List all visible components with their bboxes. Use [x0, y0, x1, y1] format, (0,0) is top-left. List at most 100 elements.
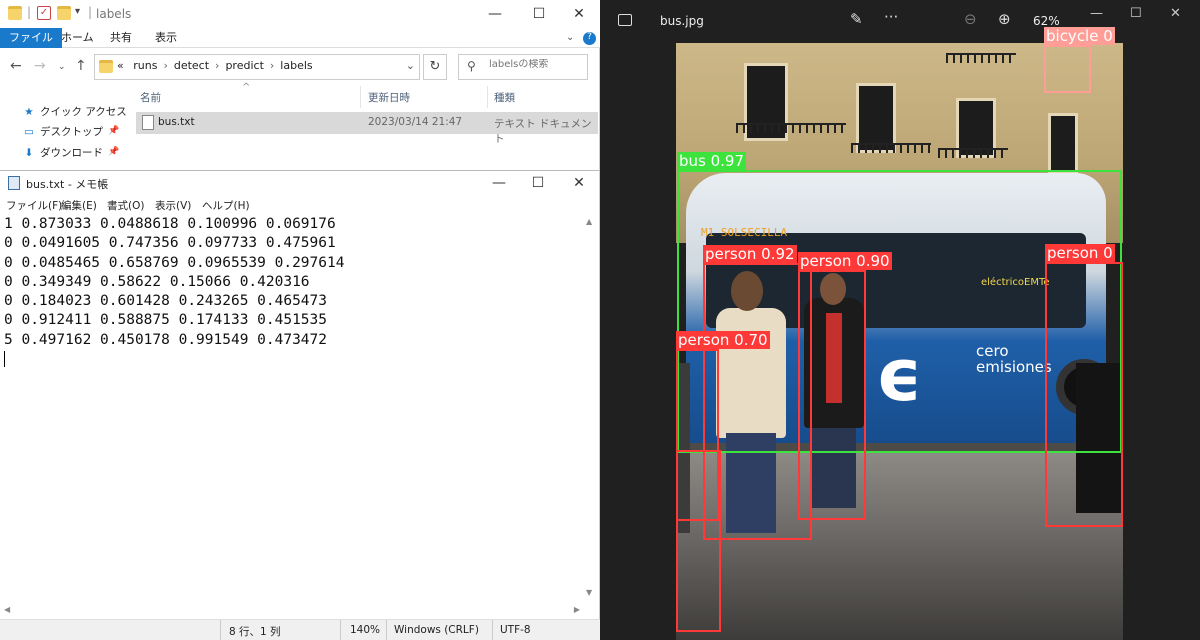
text-line: 0 0.0491605 0.747356 0.097733 0.475961 [4, 235, 336, 252]
minimize-button[interactable]: — [472, 0, 518, 28]
desktop-icon: ▭ [24, 126, 34, 138]
status-divider [492, 620, 493, 640]
nav-item-quick-access[interactable]: ★ クイック アクセス [22, 104, 127, 119]
minimize-button[interactable]: — [1090, 6, 1103, 21]
menu-bar: ファイル(F) 編集(E) 書式(O) 表示(V) ヘルプ(H) [0, 195, 600, 215]
nav-item-downloads[interactable]: ⬇ ダウンロード [22, 145, 103, 160]
detection-person[interactable] [676, 450, 721, 632]
edit-image-icon[interactable]: ✎ [850, 10, 863, 28]
folder-icon [99, 60, 113, 73]
file-modified: 2023/03/14 21:47 [368, 116, 463, 128]
breadcrumb: « runs › detect › predict › labels [117, 59, 313, 72]
customize-toolbar-icon[interactable]: ▾ [75, 6, 80, 17]
chevron-right-icon[interactable]: › [270, 59, 274, 72]
status-divider [386, 620, 387, 640]
maximize-button[interactable]: ☐ [1130, 6, 1142, 21]
search-input[interactable] [489, 59, 583, 70]
maximize-button[interactable]: ☐ [515, 169, 561, 197]
address-bar[interactable]: « runs › detect › predict › labels ⌄ [94, 54, 420, 80]
detection-bicycle[interactable]: bicycle 0 [1044, 27, 1115, 93]
chevron-down-icon[interactable]: ⌄ [406, 59, 415, 72]
menu-format[interactable]: 書式(O) [107, 198, 144, 213]
horizontal-scrollbar[interactable]: ◀ ▶ [0, 603, 584, 617]
cursor-position: 8 行、1 列 [229, 626, 281, 638]
new-folder-icon[interactable] [57, 6, 71, 20]
forward-arrow-icon[interactable]: → [34, 58, 46, 74]
column-type[interactable]: 種類 [494, 90, 515, 105]
scroll-down-icon[interactable]: ▼ [586, 588, 592, 597]
back-arrow-icon[interactable]: ← [10, 58, 22, 74]
properties-icon[interactable]: ✓ [37, 6, 51, 20]
tab-view[interactable]: 表示 [146, 28, 186, 48]
menu-file[interactable]: ファイル(F) [6, 198, 62, 213]
text-editor[interactable]: 1 0.873033 0.0488618 0.100996 0.069176 0 … [4, 215, 584, 615]
pin-icon[interactable]: 📌 [108, 147, 119, 157]
building-window [1048, 113, 1078, 173]
notepad-titlebar: bus.txt - メモ帳 — ☐ ✕ [0, 171, 600, 195]
file-name: bus.txt [158, 116, 195, 128]
menu-help[interactable]: ヘルプ(H) [202, 198, 250, 213]
scroll-up-icon[interactable]: ▲ [586, 217, 592, 226]
text-line: 1 0.873033 0.0488618 0.100996 0.069176 [4, 216, 336, 232]
close-button[interactable]: ✕ [556, 0, 602, 28]
menu-edit[interactable]: 編集(E) [61, 198, 97, 213]
column-headers: 名前 ^ 更新日時 種類 [132, 82, 598, 108]
separator: | [27, 5, 32, 19]
explorer-window: | ✓ ▾ | labels — ☐ ✕ ファイル ホーム 共有 表示 ⌄ ? … [0, 0, 600, 170]
status-divider [340, 620, 341, 640]
recent-locations-icon[interactable]: ⌄ [58, 62, 66, 72]
detection-label: person 0.70 [676, 331, 770, 349]
more-options-icon[interactable]: ··· [884, 8, 898, 26]
breadcrumb-predict[interactable]: predict [225, 59, 263, 72]
close-button[interactable]: ✕ [1170, 6, 1181, 21]
zoom-out-icon[interactable]: ⊖ [964, 10, 977, 28]
file-row[interactable]: bus.txt 2023/03/14 21:47 テキスト ドキュメント [136, 112, 598, 145]
text-line: 0 0.184023 0.601428 0.243265 0.465473 [4, 293, 328, 310]
status-divider [220, 620, 221, 640]
column-divider[interactable] [487, 86, 488, 108]
ribbon-tabs: ファイル ホーム 共有 表示 ⌄ ? [0, 28, 600, 48]
status-bar: 8 行、1 列 140% Windows (CRLF) UTF-8 [0, 619, 600, 640]
scroll-right-icon[interactable]: ▶ [574, 605, 580, 614]
chevron-right-icon[interactable]: › [163, 59, 167, 72]
breadcrumb-labels[interactable]: labels [280, 59, 312, 72]
balcony [946, 53, 1016, 63]
nav-item-label: ダウンロード [40, 147, 103, 159]
detection-person[interactable]: person 0 [1045, 244, 1123, 527]
window-title: bus.txt - メモ帳 [26, 178, 109, 191]
detection-person[interactable]: person 0.90 [798, 252, 892, 520]
expand-ribbon-icon[interactable]: ⌄ [566, 28, 574, 48]
star-icon: ★ [24, 106, 34, 118]
sort-ascending-icon: ^ [242, 82, 251, 93]
search-box[interactable]: ⚲ [458, 54, 588, 80]
pin-icon[interactable]: 📌 [108, 126, 119, 136]
file-type: テキスト ドキュメント [494, 118, 592, 145]
refresh-button[interactable]: ↻ [423, 54, 447, 80]
scroll-left-icon[interactable]: ◀ [4, 605, 10, 614]
window-title: bus.jpg [660, 14, 704, 28]
column-name[interactable]: 名前 [140, 90, 161, 105]
zoom-level[interactable]: 62% [1033, 14, 1060, 28]
breadcrumb-runs[interactable]: runs [133, 59, 157, 72]
breadcrumb-detect[interactable]: detect [174, 59, 209, 72]
column-divider[interactable] [360, 86, 361, 108]
tab-share[interactable]: 共有 [101, 28, 141, 48]
column-modified[interactable]: 更新日時 [368, 90, 410, 105]
line-ending: Windows (CRLF) [394, 624, 479, 636]
notepad-icon [8, 176, 20, 190]
breadcrumb-overflow[interactable]: « [117, 59, 124, 72]
vertical-scrollbar[interactable]: ▲ ▼ [583, 217, 597, 597]
zoom-in-icon[interactable]: ⊕ [998, 10, 1011, 28]
up-arrow-icon[interactable]: ↑ [75, 58, 87, 74]
tab-home[interactable]: ホーム [52, 28, 103, 48]
text-line: 0 0.349349 0.58622 0.15066 0.420316 [4, 273, 310, 290]
chevron-right-icon[interactable]: › [215, 59, 219, 72]
nav-item-desktop[interactable]: ▭ デスクトップ [22, 124, 103, 139]
detection-label: bicycle 0 [1044, 27, 1115, 45]
menu-view[interactable]: 表示(V) [155, 198, 191, 213]
close-button[interactable]: ✕ [556, 169, 602, 197]
photos-app-icon[interactable] [618, 14, 632, 26]
help-icon[interactable]: ? [583, 32, 596, 45]
folder-icon [8, 6, 22, 20]
download-icon: ⬇ [24, 147, 34, 159]
